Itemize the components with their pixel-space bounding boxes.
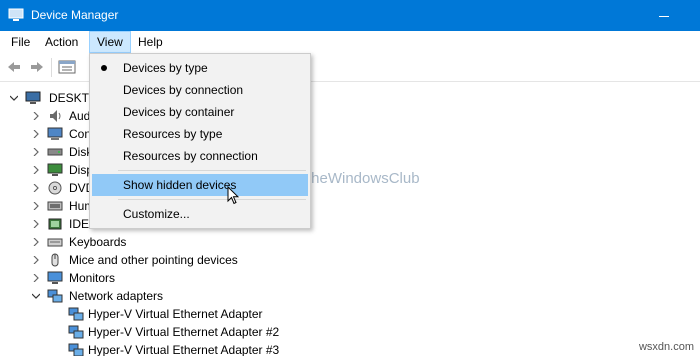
network-adapter-icon [68, 325, 84, 339]
display-adapter-icon [47, 163, 63, 176]
tree-root[interactable]: DESKTOP [10, 89, 106, 107]
chevron-right-icon[interactable] [32, 274, 40, 282]
chevron-right-icon[interactable] [32, 112, 40, 120]
menu-item-label: Devices by connection [123, 83, 244, 97]
minimize-button[interactable] [652, 6, 678, 26]
disk-drive-icon [47, 148, 63, 156]
category-label: Keyboards [69, 235, 127, 249]
speaker-icon [50, 110, 61, 122]
category-label: Aud [69, 109, 91, 123]
watermark-text: TheWindowsClub [302, 170, 420, 187]
computer-icon [25, 91, 41, 104]
adapter-label: Hyper-V Virtual Ethernet Adapter #2 [88, 325, 280, 339]
chevron-right-icon[interactable] [32, 202, 40, 210]
menu-item-label: Resources by type [123, 127, 223, 141]
menu-file[interactable]: File [4, 31, 37, 53]
chevron-right-icon[interactable] [32, 166, 40, 174]
chevron-right-icon[interactable] [32, 184, 40, 192]
menu-view[interactable]: View [89, 31, 131, 53]
chevron-right-icon[interactable] [32, 220, 40, 228]
properties-icon[interactable] [58, 59, 76, 75]
radio-bullet-icon [101, 65, 107, 71]
ide-controller-icon [48, 218, 62, 230]
category-label: Monitors [69, 271, 116, 285]
network-adapter-icon [68, 307, 84, 321]
chevron-right-icon[interactable] [32, 130, 40, 138]
keyboard-icon [47, 238, 63, 247]
network-adapter-icon [47, 289, 63, 303]
menu-bar: File Action View Help [0, 31, 700, 53]
computer-icon [47, 127, 63, 140]
menu-item-label: Customize... [123, 207, 190, 221]
menu-item-resources-by-type[interactable]: Resources by type [92, 123, 308, 145]
menu-item-label: Devices by container [123, 105, 235, 119]
menu-item-devices-by-connection[interactable]: Devices by connection [92, 79, 308, 101]
category-label: Con [69, 127, 92, 141]
menu-item-devices-by-type[interactable]: Devices by type [92, 57, 308, 79]
menu-item-label: Devices by type [123, 61, 208, 75]
menu-separator [118, 199, 306, 200]
menu-item-resources-by-connection[interactable]: Resources by connection [92, 145, 308, 167]
category-label: Network adapters [69, 289, 164, 303]
forward-arrow-icon[interactable] [29, 59, 45, 75]
mouse-pointer-icon [227, 186, 239, 205]
adapter-label: Hyper-V Virtual Ethernet Adapter [88, 307, 263, 321]
menu-action[interactable]: Action [38, 31, 85, 53]
mouse-icon [51, 253, 59, 267]
category-label: IDE [69, 217, 90, 231]
device-manager-icon [8, 8, 24, 21]
menu-item-customize[interactable]: Customize... [92, 203, 308, 225]
toolbar-separator [51, 58, 52, 77]
view-menu-dropdown: Devices by type Devices by connection De… [89, 53, 311, 229]
title-bar: Device Manager [0, 0, 700, 31]
dvd-icon [48, 181, 62, 195]
network-adapter-icon [68, 343, 84, 356]
menu-item-show-hidden-devices[interactable]: Show hidden devices [92, 174, 308, 196]
menu-help[interactable]: Help [131, 31, 170, 53]
menu-item-label: Show hidden devices [123, 178, 237, 192]
site-watermark: wsxdn.com [638, 341, 694, 353]
menu-item-label: Resources by connection [123, 149, 258, 163]
chevron-right-icon[interactable] [32, 148, 40, 156]
hid-icon [47, 201, 63, 211]
menu-separator [118, 170, 306, 171]
chevron-right-icon[interactable] [32, 256, 40, 264]
category-label: Mice and other pointing devices [69, 253, 238, 267]
back-arrow-icon[interactable] [6, 59, 22, 75]
chevron-down-icon[interactable] [32, 292, 40, 300]
window-title: Device Manager [31, 8, 119, 22]
chevron-right-icon[interactable] [32, 238, 40, 246]
monitor-icon [47, 271, 63, 284]
menu-item-devices-by-container[interactable]: Devices by container [92, 101, 308, 123]
chevron-down-icon[interactable] [10, 94, 18, 102]
adapter-label: Hyper-V Virtual Ethernet Adapter #3 [88, 343, 280, 356]
